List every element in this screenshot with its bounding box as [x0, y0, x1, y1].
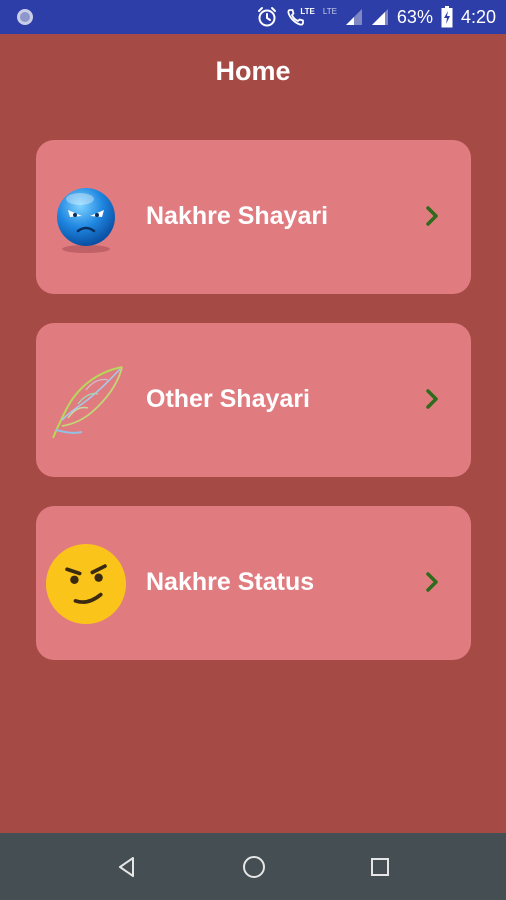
notification-dot-icon: [17, 9, 33, 25]
alarm-icon: [258, 7, 277, 27]
menu-item-label: Nakhre Status: [146, 568, 315, 596]
angry-blue-face-icon: [57, 188, 115, 253]
lte-secondary-icon: LTE: [323, 7, 337, 22]
smirking-face-icon: [46, 544, 126, 624]
menu-item-label: Other Shayari: [146, 385, 310, 413]
chevron-right-icon: [426, 572, 438, 592]
status-bar: LTE LTE 63% 4:20: [0, 0, 506, 34]
lte-label: LTE: [300, 6, 315, 16]
back-icon: [119, 857, 134, 877]
navigation-bar: [0, 833, 506, 900]
chevron-right-icon: [426, 389, 438, 409]
battery-charging-icon: [441, 6, 453, 28]
signal-icon: [371, 9, 388, 25]
menu-item-other-shayari[interactable]: Other Shayari: [36, 323, 471, 477]
menu-item-label: Nakhre Shayari: [146, 202, 329, 230]
menu-item-nakhre-shayari[interactable]: Nakhre Shayari: [36, 140, 471, 294]
signal-weak-icon: [345, 9, 362, 25]
battery-percent: 63%: [396, 6, 433, 27]
chevron-right-icon: [426, 206, 438, 226]
home-button[interactable]: [240, 853, 268, 881]
menu-item-nakhre-status[interactable]: Nakhre Status: [36, 506, 471, 660]
back-button[interactable]: [113, 853, 141, 881]
recents-button[interactable]: [366, 853, 394, 881]
call-lte-icon: LTE: [286, 7, 315, 27]
feather-quill-icon: [52, 366, 123, 439]
lte-label-secondary: LTE: [322, 6, 337, 16]
recents-icon: [371, 858, 389, 876]
home-icon: [243, 856, 265, 878]
clock: 4:20: [460, 6, 496, 27]
status-icons: LTE LTE 63% 4:20: [256, 0, 496, 34]
page-title: Home: [215, 56, 291, 86]
